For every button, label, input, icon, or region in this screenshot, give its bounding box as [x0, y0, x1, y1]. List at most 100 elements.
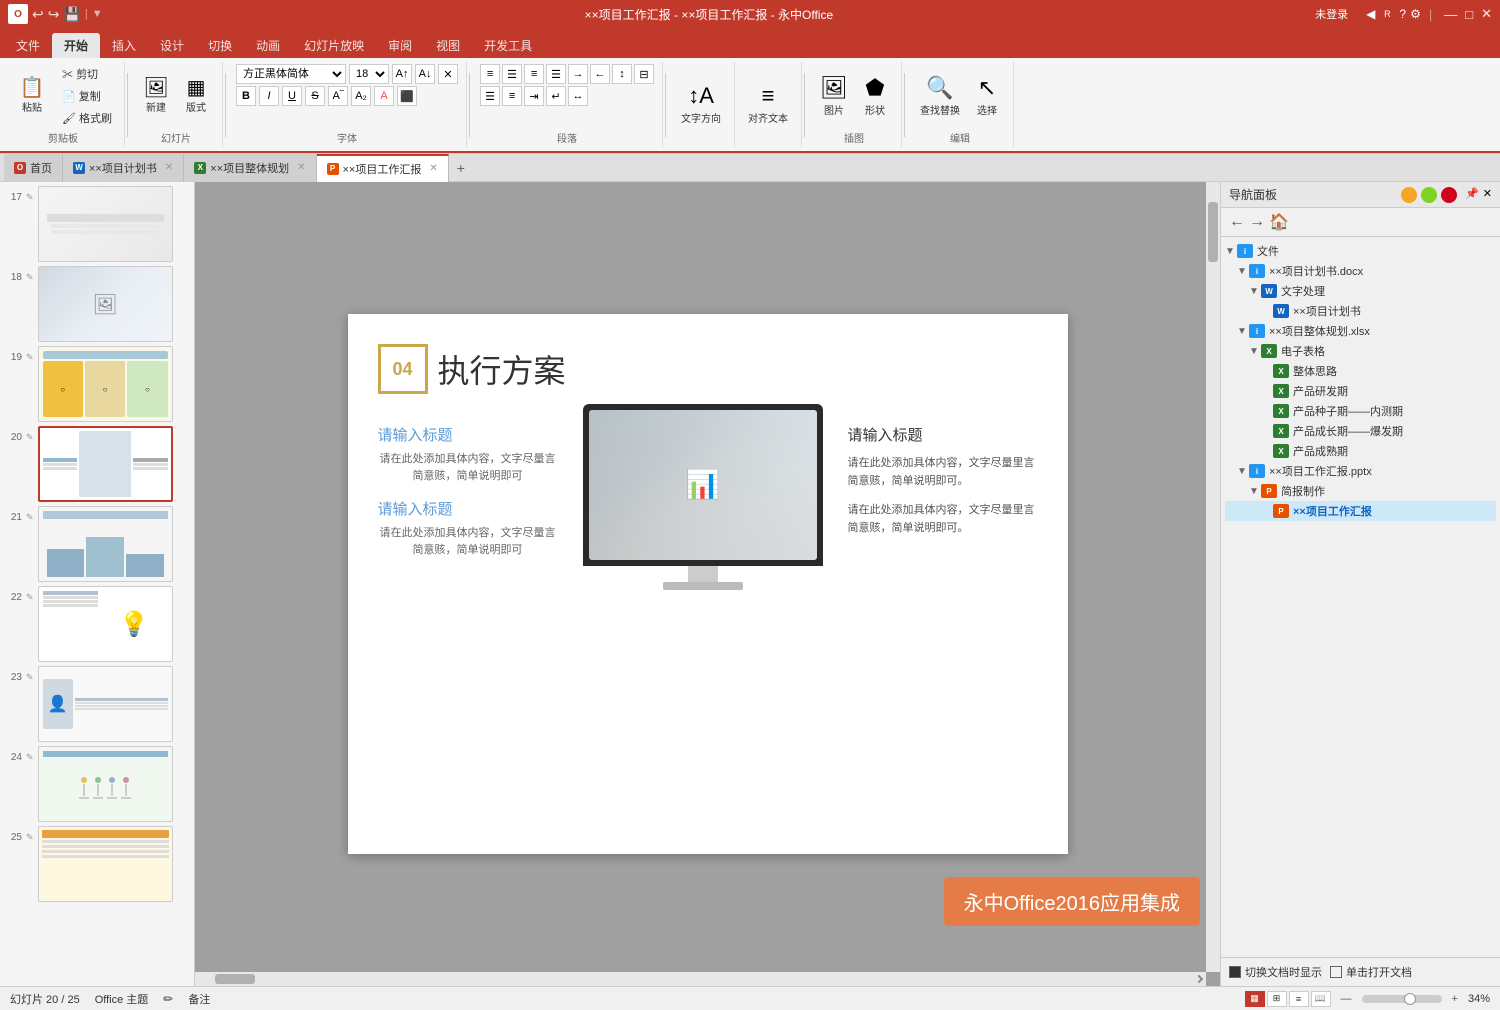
indent-out-button[interactable]: ← — [590, 64, 610, 84]
tab-project-plan[interactable]: W ××项目计划书 ✕ — [63, 154, 184, 182]
tab-developer[interactable]: 开发工具 — [472, 33, 544, 58]
zoom-thumb[interactable] — [1404, 993, 1416, 1005]
tab-view[interactable]: 视图 — [424, 33, 472, 58]
tree-item-plan-xlsx[interactable]: ▼ i ××项目整体规划.xlsx — [1225, 321, 1496, 341]
redo-icon[interactable]: ↪ — [48, 6, 60, 23]
slide-22-thumbnail[interactable]: 💡 — [38, 586, 173, 662]
expand-plan[interactable]: ▼ — [1237, 266, 1249, 277]
tree-item-seed[interactable]: ▶ X 产品种子期——内测期 — [1225, 401, 1496, 421]
slide-21-thumbnail[interactable] — [38, 506, 173, 582]
tab-file[interactable]: 文件 — [4, 33, 52, 58]
notes-view-button[interactable]: ≡ — [1289, 991, 1309, 1007]
avatar[interactable]: R — [1379, 6, 1395, 22]
close-button[interactable]: ✕ — [1481, 6, 1492, 22]
horizontal-scroll-thumb[interactable] — [215, 974, 255, 984]
reading-view-button[interactable]: 📖 — [1311, 991, 1331, 1007]
numbering-button[interactable]: ≡ — [502, 86, 522, 106]
align-right-button[interactable]: ≡ — [524, 64, 544, 84]
font-size-up-button[interactable]: A↑ — [392, 64, 412, 84]
nav-forward-button[interactable]: → — [1249, 213, 1265, 231]
shadow-button[interactable]: A‾ — [328, 86, 348, 106]
tree-item-mature[interactable]: ▶ X 产品成熟期 — [1225, 441, 1496, 461]
nav-collapse-button[interactable]: ✕ — [1483, 187, 1492, 203]
vertical-scroll-thumb[interactable] — [1208, 202, 1218, 262]
expand-report[interactable]: ▼ — [1237, 466, 1249, 477]
close-plan2-button[interactable]: ✕ — [297, 162, 305, 173]
zoom-plus-button[interactable]: + — [1452, 993, 1458, 1005]
left-body-1[interactable]: 请在此处添加具体内容，文字尽量言简意赅，简单说明即可 — [378, 451, 558, 484]
select-button[interactable]: ↖ 选择 — [969, 72, 1005, 120]
tree-item-overall[interactable]: ▶ X 整体思路 — [1225, 361, 1496, 381]
tree-item-report[interactable]: ▶ P ××项目工作汇报 — [1225, 501, 1496, 521]
vertical-scrollbar[interactable] — [1206, 182, 1220, 972]
minimize-button[interactable]: — — [1444, 7, 1457, 22]
font-size-select[interactable]: 18 — [349, 64, 389, 84]
tree-item-excel-folder[interactable]: ▼ X 电子表格 — [1225, 341, 1496, 361]
tree-item-rnd[interactable]: ▶ X 产品研发期 — [1225, 381, 1496, 401]
slide-19-thumbnail[interactable]: ○ ○ ○ — [38, 346, 173, 422]
notes-label[interactable]: 备注 — [188, 991, 210, 1007]
close-plan-button[interactable]: ✕ — [165, 162, 173, 173]
scroll-right-arrow[interactable] — [1195, 975, 1203, 983]
para-indent2-button[interactable]: ↵ — [546, 86, 566, 106]
justify-button[interactable]: ☰ — [546, 64, 566, 84]
underline-button[interactable]: U — [282, 86, 302, 106]
switch-doc-checkbox[interactable] — [1229, 966, 1241, 978]
new-slide-button[interactable]: 🖼 新建 — [138, 75, 174, 117]
normal-view-button[interactable]: ▦ — [1245, 991, 1265, 1007]
columns-button[interactable]: ⊟ — [634, 64, 654, 84]
copy-button[interactable]: 📄 复制 — [58, 86, 116, 106]
nav-pin-button[interactable]: 📌 — [1465, 187, 1479, 203]
notes-icon[interactable]: ✏ — [163, 992, 173, 1006]
tab-slideshow[interactable]: 幻灯片放映 — [292, 33, 376, 58]
zoom-level[interactable]: 34% — [1468, 993, 1490, 1005]
expand-report-folder[interactable]: ▼ — [1249, 486, 1261, 497]
cut-button[interactable]: ✂ 剪切 — [58, 64, 116, 84]
tab-project-plan2[interactable]: X ××项目整体规划 ✕ — [184, 154, 316, 182]
shapes-button[interactable]: ⬟ 形状 — [857, 72, 893, 120]
italic-button[interactable]: I — [259, 86, 279, 106]
subscript-button[interactable]: A₂ — [351, 86, 371, 106]
tree-item-report-folder[interactable]: ▼ P 简报制作 — [1225, 481, 1496, 501]
new-tab-button[interactable]: + — [449, 156, 473, 180]
align-text-button[interactable]: ≡ 对齐文本 — [743, 80, 793, 128]
tab-home[interactable]: 开始 — [52, 33, 100, 58]
left-title-1[interactable]: 请输入标题 — [378, 424, 558, 445]
left-title-2[interactable]: 请输入标题 — [378, 498, 558, 519]
tab-project-report[interactable]: P ××项目工作汇报 ✕ — [317, 154, 449, 182]
expand-plan-xlsx[interactable]: ▼ — [1237, 326, 1249, 337]
tree-item-report-pptx[interactable]: ▼ i ××项目工作汇报.pptx — [1225, 461, 1496, 481]
login-status[interactable]: 未登录 — [1315, 6, 1348, 22]
slide-main-title[interactable]: 执行方案 — [438, 346, 566, 392]
bullets-button[interactable]: ☰ — [480, 86, 500, 106]
tab-home-doc[interactable]: O 首页 — [4, 154, 63, 182]
nav-close-button[interactable] — [1441, 187, 1457, 203]
tree-item-plan-doc[interactable]: ▶ W ××项目计划书 — [1225, 301, 1496, 321]
slide-canvas[interactable]: 04 执行方案 请输入标题 请在此处添加具体内容，文字尽量言简意赅，简单说明即可… — [348, 314, 1068, 854]
indent-in-button[interactable]: → — [568, 64, 588, 84]
slide-25-thumbnail[interactable] — [38, 826, 173, 902]
slide-20-thumbnail[interactable] — [38, 426, 173, 502]
tab-review[interactable]: 审阅 — [376, 33, 424, 58]
picture-button[interactable]: 🖼 图片 — [815, 72, 853, 120]
help-icon[interactable]: ? — [1399, 7, 1406, 21]
left-body-2[interactable]: 请在此处添加具体内容，文字尽量言简意赅，简单说明即可 — [378, 525, 558, 558]
bold-button[interactable]: B — [236, 86, 256, 106]
slide-sorter-button[interactable]: ⊞ — [1267, 991, 1287, 1007]
maximize-button[interactable]: □ — [1465, 7, 1473, 22]
font-family-select[interactable]: 方正黑体简体 — [236, 64, 346, 84]
nav-minimize-button[interactable] — [1401, 187, 1417, 203]
user-icon1[interactable]: ◀ — [1366, 7, 1375, 21]
slide-17-thumbnail[interactable] — [38, 186, 173, 262]
close-report-button[interactable]: ✕ — [429, 163, 437, 174]
line-spacing-button[interactable]: ↕ — [612, 64, 632, 84]
zoom-minus-button[interactable]: — — [1341, 993, 1352, 1005]
align-left-button[interactable]: ≡ — [480, 64, 500, 84]
strikethrough-button[interactable]: S — [305, 86, 325, 106]
horizontal-scrollbar[interactable] — [195, 972, 1206, 986]
find-replace-button[interactable]: 🔍 查找替换 — [915, 72, 965, 120]
zoom-slider[interactable] — [1362, 995, 1442, 1003]
format-brush-button[interactable]: 🖌 格式刷 — [58, 108, 116, 128]
font-size-down-button[interactable]: A↓ — [415, 64, 435, 84]
right-body-2[interactable]: 请在此处添加具体内容，文字尽量里言简意赅，简单说明即可。 — [848, 502, 1038, 537]
